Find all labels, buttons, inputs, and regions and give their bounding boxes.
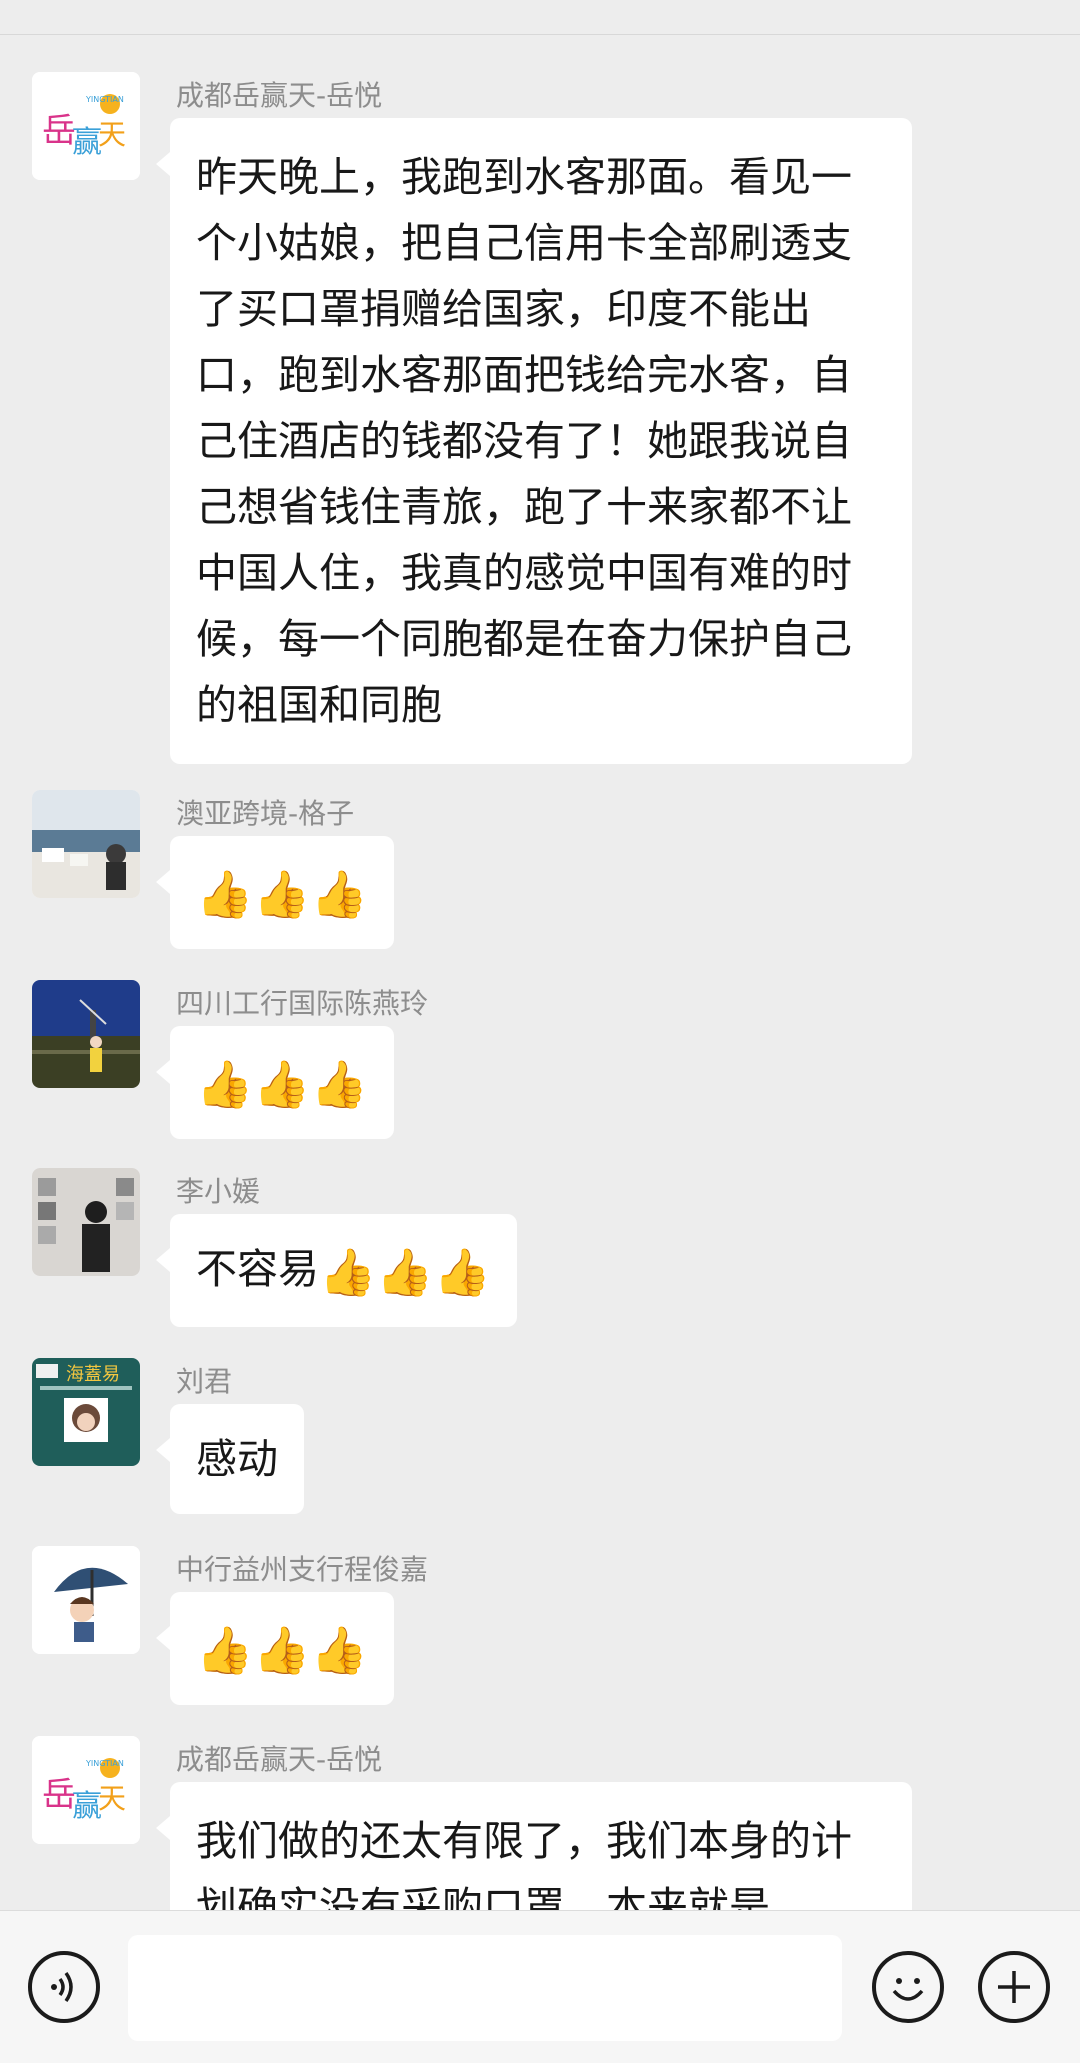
svg-text:岳: 岳 [42,1775,76,1815]
message-bubble[interactable]: 👍👍👍 [156,1592,394,1705]
sender-name: 中行益州支行程俊嘉 [176,1553,429,1586]
thumbs-up-icon: 👍👍👍 [196,1623,368,1677]
avatar[interactable]: 岳 赢 天 YINGTIAN [32,1736,140,1844]
message-bubble[interactable]: 👍👍👍 [156,1026,394,1139]
sender-name: 刘君 [176,1365,233,1398]
svg-text:天: 天 [98,1782,126,1815]
message-bubble[interactable]: 感动 [156,1404,304,1514]
portrait-photo-icon [32,1168,140,1276]
svg-text:海蓋易: 海蓋易 [66,1364,120,1385]
message-bubble[interactable]: 昨天晚上，我跑到水客那面。看见一个小姑娘，把自己信用卡全部刷透支了买口罩捐赠给国… [156,118,912,764]
windmill-photo-icon [32,980,140,1088]
sender-name: 李小媛 [176,1175,261,1208]
avatar[interactable]: 岳 赢 天 YINGTIAN [32,72,140,180]
message-text: 不容易 [196,1245,319,1293]
umbrella-cartoon-icon [32,1546,140,1654]
sender-name: 澳亚跨境-格子 [176,797,355,830]
avatar[interactable] [32,980,140,1088]
voice-icon [51,1971,73,2003]
voice-button[interactable] [28,1951,100,2023]
svg-text:YINGTIAN: YINGTIAN [85,1759,124,1768]
seaside-photo-icon [32,790,140,898]
avatar[interactable] [32,790,140,898]
emoji-icon [892,1978,924,2001]
plus-icon [998,1971,1030,2003]
thumbs-up-icon: 👍👍👍 [196,867,368,921]
message-bubble[interactable]: 我们做的还太有限了，我们本身的计划确实没有采购口罩，本来就是 [156,1782,912,1910]
sender-name: 四川工行国际陈燕玲 [176,987,429,1020]
avatar[interactable] [32,1168,140,1276]
chat-area[interactable]: 岳 赢 天 YINGTIAN 成都岳赢天-岳悦 昨天晚上，我跑到水客那面。看见一… [0,0,1080,1910]
more-button[interactable] [978,1951,1050,2023]
sender-name: 成都岳赢天-岳悦 [176,79,383,112]
svg-text:YINGTIAN: YINGTIAN [85,95,124,104]
input-bar [0,1910,1080,2063]
yueyingtian-logo-icon: 岳 赢 天 YINGTIAN [32,1736,140,1844]
avatar[interactable] [32,1546,140,1654]
message-bubble[interactable]: 👍👍👍 [156,836,394,949]
haimaiyi-logo-icon: 海蓋易 [32,1358,140,1466]
thumbs-up-icon: 👍👍👍 [196,1057,368,1111]
svg-text:岳: 岳 [42,111,76,151]
emoji-button[interactable] [872,1951,944,2023]
message-text: 感动 [196,1435,278,1483]
thumbs-up-icon: 👍👍👍 [319,1245,491,1299]
message-bubble[interactable]: 不容易👍👍👍 [156,1214,517,1327]
yueyingtian-logo-icon: 岳 赢 天 YINGTIAN [32,72,140,180]
svg-text:天: 天 [98,118,126,151]
message-input[interactable] [128,1935,842,2041]
sender-name: 成都岳赢天-岳悦 [176,1743,383,1776]
avatar[interactable]: 海蓋易 [32,1358,140,1466]
